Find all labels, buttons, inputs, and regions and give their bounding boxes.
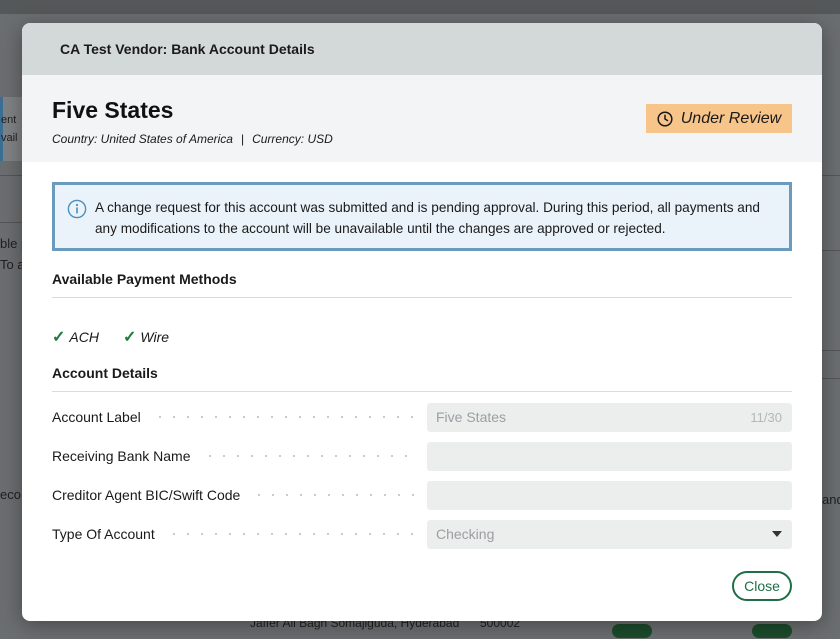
pending-change-notice: A change request for this account was su… bbox=[52, 182, 792, 251]
account-type-row: Type Of Account Checking bbox=[52, 519, 792, 549]
notice-text: A change request for this account was su… bbox=[95, 200, 760, 236]
account-label-row: Account Label Five States 11/30 bbox=[52, 402, 792, 432]
account-currency: Currency: USD bbox=[252, 132, 333, 146]
field-value: Five States bbox=[436, 409, 507, 425]
account-summary: Five States Country: United States of Am… bbox=[22, 75, 822, 162]
background-text: eco bbox=[0, 487, 21, 502]
background-toggle bbox=[752, 624, 792, 638]
status-badge: Under Review bbox=[646, 104, 792, 133]
modal-title: CA Test Vendor: Bank Account Details bbox=[60, 41, 315, 57]
receiving-bank-label: Receiving Bank Name bbox=[52, 448, 427, 464]
modal-header: CA Test Vendor: Bank Account Details bbox=[22, 23, 822, 75]
background-text: and bbox=[822, 492, 840, 507]
payment-methods-heading: Available Payment Methods bbox=[52, 271, 792, 298]
modal-body: A change request for this account was su… bbox=[22, 162, 822, 549]
background-divider bbox=[822, 350, 840, 351]
leader-dots bbox=[202, 455, 417, 457]
account-type-select[interactable]: Checking bbox=[427, 519, 792, 549]
receiving-bank-row: Receiving Bank Name bbox=[52, 441, 792, 471]
clock-icon bbox=[657, 110, 673, 127]
background-divider bbox=[822, 250, 840, 251]
field-label: Receiving Bank Name bbox=[52, 448, 191, 464]
field-label: Account Label bbox=[52, 409, 141, 425]
bic-swift-input[interactable] bbox=[427, 480, 792, 510]
account-label-input[interactable]: Five States 11/30 bbox=[427, 402, 792, 432]
meta-separator: | bbox=[240, 132, 245, 146]
account-meta: Country: United States of America | Curren… bbox=[52, 132, 792, 146]
leader-dots bbox=[152, 416, 417, 418]
field-label: Creditor Agent BIC/Swift Code bbox=[52, 487, 241, 503]
bic-swift-row: Creditor Agent BIC/Swift Code bbox=[52, 480, 792, 510]
background-topbar bbox=[0, 0, 840, 14]
field-value: Checking bbox=[436, 526, 495, 542]
account-label-label: Account Label bbox=[52, 409, 427, 425]
background-divider bbox=[822, 378, 840, 379]
bic-swift-label: Creditor Agent BIC/Swift Code bbox=[52, 487, 427, 503]
leader-dots bbox=[166, 533, 417, 535]
status-label: Under Review bbox=[680, 109, 782, 127]
account-country: Country: United States of America bbox=[52, 132, 233, 146]
background-divider bbox=[822, 175, 840, 176]
leader-dots bbox=[252, 494, 417, 496]
caret-down-icon bbox=[772, 531, 782, 537]
receiving-bank-input[interactable] bbox=[427, 441, 792, 471]
background-divider bbox=[0, 175, 22, 176]
account-details-heading: Account Details bbox=[52, 365, 792, 392]
payment-methods-list: ✓ ACH ✓ Wire bbox=[52, 298, 792, 355]
payment-method-wire: ✓ Wire bbox=[123, 318, 169, 355]
char-counter: 11/30 bbox=[750, 409, 782, 425]
payment-method-ach: ✓ ACH bbox=[52, 318, 99, 355]
background-tab bbox=[0, 97, 24, 161]
background-text: To a bbox=[0, 257, 25, 272]
check-icon: ✓ bbox=[122, 328, 137, 346]
background-text: ent bbox=[1, 114, 17, 126]
background-toggle bbox=[612, 624, 652, 638]
payment-method-label: Wire bbox=[140, 328, 170, 345]
bank-account-details-modal: CA Test Vendor: Bank Account Details Fiv… bbox=[22, 23, 822, 621]
check-icon: ✓ bbox=[52, 328, 66, 346]
payment-method-label: ACH bbox=[69, 328, 99, 345]
account-type-label: Type Of Account bbox=[52, 526, 427, 542]
info-icon bbox=[67, 199, 87, 219]
background-text: vail bbox=[1, 132, 18, 144]
background-divider bbox=[0, 222, 22, 223]
field-label: Type Of Account bbox=[52, 526, 155, 542]
close-button[interactable]: Close bbox=[732, 571, 792, 601]
